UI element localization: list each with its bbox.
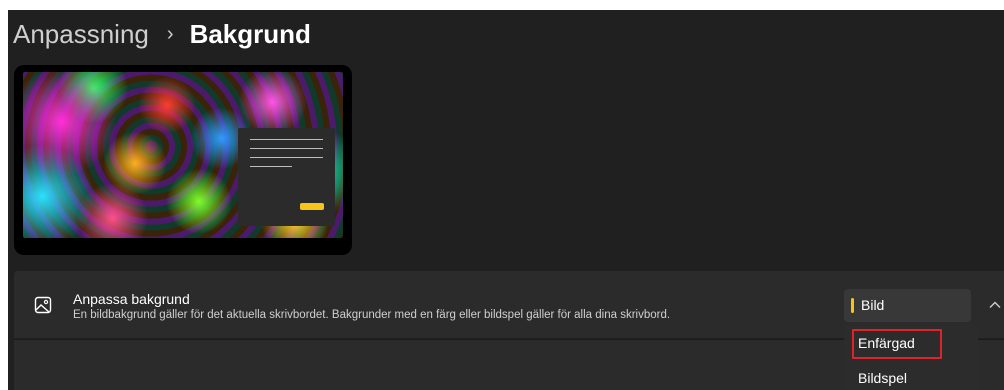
- background-type-dropdown: Enfärgad Bildspel: [844, 323, 978, 390]
- preview-line: [250, 148, 323, 149]
- option-label: Enfärgad: [858, 335, 915, 351]
- preview-window: [238, 128, 335, 226]
- option-label: Bildspel: [858, 370, 908, 386]
- breadcrumb-separator: ›: [166, 22, 174, 45]
- option-solid-color[interactable]: Enfärgad: [844, 327, 978, 359]
- option-slideshow[interactable]: Bildspel: [844, 362, 978, 390]
- selection-indicator: [851, 298, 854, 313]
- breadcrumb: Anpassning › Bakgrund: [13, 16, 311, 52]
- chevron-up-icon[interactable]: [988, 298, 1002, 312]
- select-current-value: Bild: [861, 297, 885, 313]
- card-title: Anpassa bakgrund: [73, 291, 190, 307]
- preview-line: [250, 166, 292, 167]
- preview-accent-button: [300, 203, 324, 210]
- card-description: En bildbakgrund gäller för det aktuella …: [73, 309, 671, 321]
- image-icon: [34, 296, 52, 314]
- preview-line: [250, 157, 323, 158]
- breadcrumb-parent[interactable]: Anpassning: [13, 19, 149, 50]
- preview-line: [250, 139, 323, 140]
- background-type-select[interactable]: Bild: [844, 289, 971, 322]
- wallpaper-preview: [23, 72, 343, 238]
- desktop-preview: [14, 65, 352, 255]
- page-title: Bakgrund: [189, 18, 311, 49]
